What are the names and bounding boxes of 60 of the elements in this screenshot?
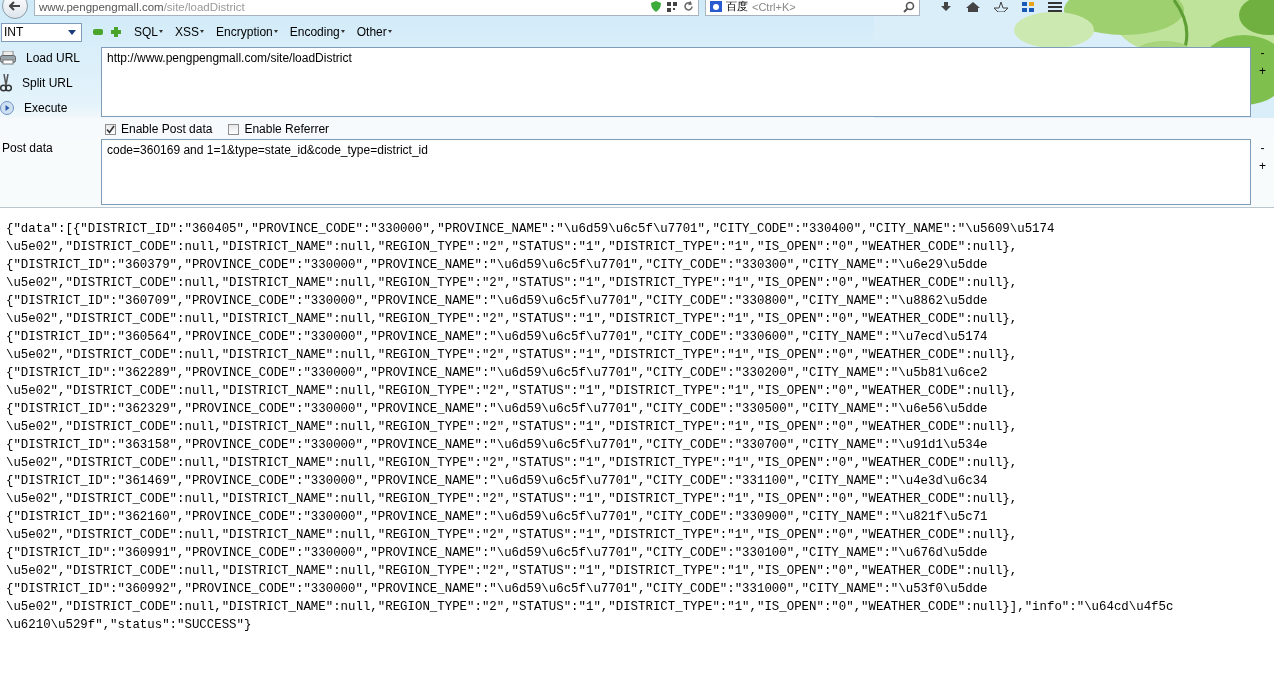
- response-line: \u5e02","DISTRICT_CODE":null,"DISTRICT_NAME":null,"REGION_TYPE":"2","STATUS":"1","DISTRICT_TYPE":"1","IS_OPEN":"0","WEATHER_CODE":null},: [6, 419, 1019, 436]
- shield-icon: [651, 1, 661, 12]
- menu-button[interactable]: Other: [351, 25, 397, 39]
- response-line: \u5e02","DISTRICT_CODE":null,"DISTRICT_NAME":null,"REGION_TYPE":"2","STATUS":"1","DISTRICT_TYPE":"1","IS_OPEN":"0","WEATHER_CODE":null},: [6, 239, 1019, 256]
- response-line: {"DISTRICT_ID":"362289","PROVINCE_CODE":"330000","PROVINCE_NAME":"\u6d59\u6c5f\u7701","CITY_CODE":"330200","CITY_NAME":"\u5b81\u6ce2: [6, 365, 989, 382]
- printer-icon: [0, 51, 16, 65]
- checkbox[interactable]: [228, 123, 240, 135]
- response-line: {"DISTRICT_ID":"362329","PROVINCE_CODE":"330000","PROVINCE_NAME":"\u6d59\u6c5f\u7701","CITY_CODE":"330500","CITY_NAME":"\u6e56\u5dde: [6, 401, 989, 418]
- action-button[interactable]: Load URL: [26, 51, 81, 65]
- action-button[interactable]: Execute: [24, 101, 68, 115]
- response-line: \u5e02","DISTRICT_CODE":null,"DISTRICT_NAME":null,"REGION_TYPE":"2","STATUS":"1","DISTRICT_TYPE":"1","IS_OPEN":"0","WEATHER_CODE":null},: [6, 527, 1019, 544]
- back-arrow-icon: [9, 1, 21, 11]
- response-line: {"DISTRICT_ID":"360709","PROVINCE_CODE":"330000","PROVINCE_NAME":"\u6d59\u6c5f\u7701","CITY_CODE":"330800","CITY_NAME":"\u8862\u5dde: [6, 293, 989, 310]
- resize-button[interactable]: +: [1255, 64, 1270, 78]
- post-data-label: Post data: [1, 140, 54, 155]
- action-button[interactable]: Split URL: [22, 76, 73, 90]
- response-line: {"DISTRICT_ID":"363158","PROVINCE_CODE":"330000","PROVINCE_NAME":"\u6d59\u6c5f\u7701","CITY_CODE":"330700","CITY_NAME":"\u91d1\u534e: [6, 437, 989, 454]
- response-line: \u5e02","DISTRICT_CODE":null,"DISTRICT_NAME":null,"REGION_TYPE":"2","STATUS":"1","DISTRICT_TYPE":"1","IS_OPEN":"0","WEATHER_CODE":null},: [6, 563, 1019, 580]
- reload-icon[interactable]: [683, 1, 694, 12]
- response-line: \u5e02","DISTRICT_CODE":null,"DISTRICT_NAME":null,"REGION_TYPE":"2","STATUS":"1","DISTRICT_TYPE":"1","IS_OPEN":"0","WEATHER_CODE":null},: [6, 383, 1019, 400]
- menu-button[interactable]: XSS: [170, 25, 210, 39]
- home-icon[interactable]: [966, 2, 980, 12]
- response-line: {"DISTRICT_ID":"360379","PROVINCE_CODE":"330000","PROVINCE_NAME":"\u6d59\u6c5f\u7701","CITY_CODE":"330300","CITY_NAME":"\u6e29\u5dde: [6, 257, 989, 274]
- response-line: {"DISTRICT_ID":"360992","PROVINCE_CODE":"330000","PROVINCE_NAME":"\u6d59\u6c5f\u7701","CITY_CODE":"331000","CITY_NAME":"\u53f0\u5dde: [6, 581, 989, 598]
- response-line: \u5e02","DISTRICT_CODE":null,"DISTRICT_NAME":null,"REGION_TYPE":"2","STATUS":"1","DISTRICT_TYPE":"1","IS_OPEN":"0","WEATHER_CODE":null},: [6, 275, 1019, 292]
- menu-button[interactable]: Encoding: [284, 25, 350, 39]
- response-line: \u5e02","DISTRICT_CODE":null,"DISTRICT_NAME":null,"REGION_TYPE":"2","STATUS":"1","DISTRICT_TYPE":"1","IS_OPEN":"0","WEATHER_CODE":null},: [6, 455, 1019, 472]
- response-line: \u6210\u529f","status":"SUCCESS"}: [6, 617, 253, 634]
- grid-icon[interactable]: [1022, 2, 1034, 12]
- checkbox-label[interactable]: Enable Referrer: [244, 122, 330, 136]
- menu-button[interactable]: Encryption: [211, 25, 283, 39]
- resize-button[interactable]: -: [1256, 141, 1269, 155]
- plus-icon[interactable]: [111, 27, 121, 37]
- search-engine-icon: [710, 1, 722, 12]
- response-line: {"DISTRICT_ID":"360991","PROVINCE_CODE":"330000","PROVINCE_NAME":"\u6d59\u6c5f\u7701","CITY_CODE":"330100","CITY_NAME":"\u676d\u5dde: [6, 545, 989, 562]
- menu-button[interactable]: SQL: [129, 25, 168, 39]
- checkbox[interactable]: [105, 123, 116, 135]
- checkbox-label[interactable]: Enable Post data: [121, 122, 213, 136]
- response-line: \u5e02","DISTRICT_CODE":null,"DISTRICT_NAME":null,"REGION_TYPE":"2","STATUS":"1","DISTRICT_TYPE":"1","IS_OPEN":"0","WEATHER_CODE":null},: [6, 347, 1019, 364]
- search-icon[interactable]: [903, 0, 915, 13]
- response-line: {"data":[{"DISTRICT_ID":"360405","PROVINCE_CODE":"330000","PROVINCE_NAME":"\u6d59\u6c5f\u7701","CITY_CODE":"330400","CITY_NAME":"\u5609\u5174: [6, 221, 1056, 238]
- download-icon[interactable]: [940, 2, 952, 12]
- response-line: \u5e02","DISTRICT_CODE":null,"DISTRICT_NAME":null,"REGION_TYPE":"2","STATUS":"1","DISTRICT_TYPE":"1","IS_OPEN":"0","WEATHER_CODE":null},: [6, 491, 1019, 508]
- response-line: \u5e02","DISTRICT_CODE":null,"DISTRICT_NAME":null,"REGION_TYPE":"2","STATUS":"1","DISTRICT_TYPE":"1","IS_OPEN":"0","WEATHER_CODE":null},: [6, 311, 1019, 328]
- encoding-select[interactable]: INT: [1, 22, 82, 42]
- scissors-icon: [0, 74, 12, 92]
- play-icon: [0, 101, 14, 115]
- back-button[interactable]: [2, 0, 28, 19]
- response-line: {"DISTRICT_ID":"362160","PROVINCE_CODE":"330000","PROVINCE_NAME":"\u6d59\u6c5f\u7701","CITY_CODE":"330900","CITY_NAME":"\u821f\u5c71: [6, 509, 989, 526]
- resize-button[interactable]: -: [1256, 46, 1269, 60]
- response-line: \u5e02","DISTRICT_CODE":null,"DISTRICT_NAME":null,"REGION_TYPE":"2","STATUS":"1","DISTRICT_TYPE":"1","IS_OPEN":"0","WEATHER_CODE":null}],"info":"\u64cd\u4f5c: [6, 599, 1175, 616]
- qr-code-icon[interactable]: [667, 1, 677, 12]
- address-field[interactable]: www.pengpengmall.com/site/loadDistrict: [34, 0, 699, 16]
- post-data-field[interactable]: code=360169 and 1=1&type=state_id&code_type=district_id: [101, 139, 1251, 205]
- search-field[interactable]: 百度 <Ctrl+K>: [705, 0, 920, 16]
- url-field[interactable]: http://www.pengpengmall.com/site/loadDistrict: [101, 47, 1251, 117]
- response-line: {"DISTRICT_ID":"360564","PROVINCE_CODE":"330000","PROVINCE_NAME":"\u6d59\u6c5f\u7701","CITY_CODE":"330600","CITY_NAME":"\u7ecd\u5174: [6, 329, 989, 346]
- menu-icon[interactable]: [1048, 2, 1062, 12]
- resize-button[interactable]: +: [1255, 159, 1270, 173]
- response-line: {"DISTRICT_ID":"361469","PROVINCE_CODE":"330000","PROVINCE_NAME":"\u6d59\u6c5f\u7701","CITY_CODE":"331100","CITY_NAME":"\u4e3d\u6c34: [6, 473, 989, 490]
